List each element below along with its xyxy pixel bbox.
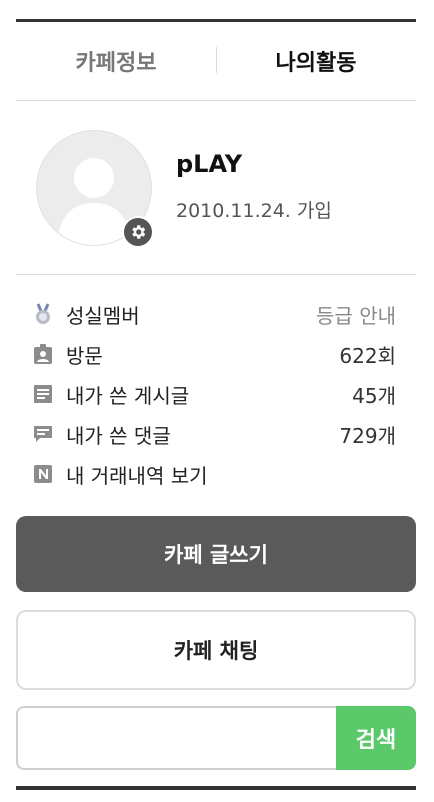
stat-row-visits: 방문 622회 (32, 334, 396, 374)
stat-label: 내가 쓴 댓글 (66, 423, 171, 448)
nickname[interactable]: pLAY (176, 150, 242, 178)
tab-my-activity[interactable]: 나의활동 (216, 45, 416, 77)
grade-guide-link[interactable]: 등급 안내 (316, 300, 396, 329)
stat-row-posts[interactable]: 내가 쓴 게시글 45개 (32, 374, 396, 414)
activity-stats: 성실멤버 등급 안내 방문 622회 내가 쓴 게시글 45개 내가 쓴 댓글 … (32, 294, 396, 494)
tab-cafe-info[interactable]: 카페정보 (16, 45, 216, 77)
n-badge-icon (32, 463, 54, 485)
stat-label: 내 거래내역 보기 (66, 463, 208, 488)
document-icon (32, 383, 54, 405)
visit-icon (32, 343, 54, 365)
join-date: 2010.11.24. 가입 (176, 200, 332, 222)
stat-label: 성실멤버 (66, 303, 140, 328)
search-button[interactable]: 검색 (336, 706, 416, 770)
tab-bar: 카페정보 나의활동 (16, 22, 416, 100)
stat-row-transactions[interactable]: 내 거래내역 보기 (32, 454, 396, 494)
stat-row-grade: 성실멤버 등급 안내 (32, 294, 396, 334)
stat-label: 내가 쓴 게시글 (66, 383, 190, 408)
post-count: 45개 (352, 383, 396, 408)
search-input[interactable] (16, 706, 336, 770)
cafe-chat-button[interactable]: 카페 채팅 (16, 610, 416, 690)
gear-icon[interactable] (122, 216, 154, 248)
write-post-button[interactable]: 카페 글쓰기 (16, 516, 416, 592)
comment-count: 729개 (339, 423, 396, 448)
divider (16, 274, 416, 275)
search-bar: 검색 (16, 706, 416, 770)
bottom-rule (16, 786, 416, 790)
divider (16, 100, 416, 101)
comment-icon (32, 423, 54, 445)
tab-divider (216, 47, 217, 73)
medal-icon (32, 303, 54, 325)
stat-row-comments[interactable]: 내가 쓴 댓글 729개 (32, 414, 396, 454)
visit-count: 622회 (339, 343, 396, 368)
stat-label: 방문 (66, 343, 103, 368)
